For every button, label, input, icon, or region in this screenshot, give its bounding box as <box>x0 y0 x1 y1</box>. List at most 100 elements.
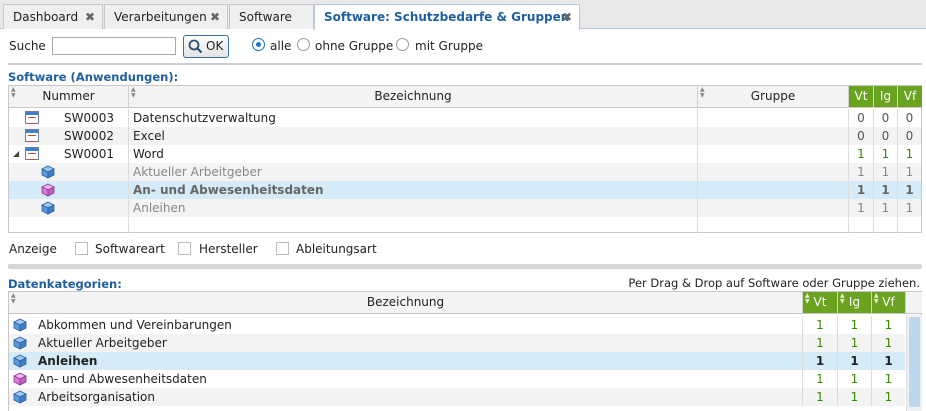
cell-vf: 1 <box>884 390 893 404</box>
table-row[interactable]: An- und Abwesenheitsdaten 1 1 1 <box>9 370 905 388</box>
cell-gruppe <box>698 109 849 127</box>
cell-vt: 0 <box>849 127 874 145</box>
cell-vt <box>849 217 874 233</box>
radio-mit-gruppe[interactable] <box>396 38 409 51</box>
checkbox-hersteller[interactable] <box>178 242 191 255</box>
cell-bezeichnung: Excel <box>129 127 698 145</box>
cell-vf: 1 <box>905 183 914 197</box>
column-header-nummer[interactable]: ▲ ▼ Nummer <box>9 86 129 108</box>
column-header-bezeichnung[interactable]: ▲ ▼ Bezeichnung <box>9 292 803 314</box>
sort-icon: ▲ ▼ <box>11 292 16 305</box>
close-icon[interactable]: ✖ <box>210 5 220 29</box>
table-row[interactable]: ◢ SW0001 Word 1 1 1 <box>9 145 921 163</box>
column-header-vt[interactable]: ▲ ▼ Vt <box>803 292 838 314</box>
table-row[interactable]: Anleihen 1 1 1 <box>9 199 921 217</box>
cell-ig <box>874 217 898 233</box>
table-row[interactable]: SW0003 Datenschutzverwaltung 0 0 0 <box>9 109 921 127</box>
column-header-label: Gruppe <box>750 89 796 103</box>
close-icon[interactable]: ✖ <box>85 5 95 29</box>
cell-bezeichnung: Arbeitsorganisation <box>33 388 803 406</box>
column-header-vf[interactable]: ▲ ▼ Vf <box>872 292 906 314</box>
ok-button[interactable]: OK <box>183 35 229 58</box>
column-header-label: Ig <box>879 89 892 103</box>
splitter-handle[interactable] <box>8 264 922 269</box>
column-header-label: Ig <box>848 295 861 309</box>
tab-dashboard[interactable]: Dashboard ✖ <box>3 4 103 29</box>
column-header-label: Vf <box>903 89 917 103</box>
checkbox-label-hersteller: Hersteller <box>199 242 258 256</box>
cell-vt: 1 <box>849 145 874 163</box>
vertical-scrollbar[interactable] <box>906 315 922 411</box>
tab-schutzbedarfe-gruppen[interactable]: Software: Schutzbedarfe & Gruppen ✖ <box>314 4 580 30</box>
column-header-label: Vf <box>882 295 895 309</box>
table-row[interactable]: Aktueller Arbeitgeber 1 1 1 <box>9 334 905 352</box>
tab-software[interactable]: Software <box>229 4 314 29</box>
column-header-bezeichnung[interactable]: ▲ ▼ Bezeichnung <box>129 86 698 108</box>
expand-arrow-icon[interactable]: ◢ <box>13 145 19 163</box>
cell-nummer: SW0001 <box>49 145 129 163</box>
table-row-selected[interactable]: An- und Abwesenheitsdaten 1 1 1 <box>9 181 921 199</box>
cell-ig: 1 <box>838 370 872 388</box>
radio-ohne-gruppe[interactable] <box>297 38 310 51</box>
radio-label-alle: alle <box>270 39 292 53</box>
table-row[interactable]: Arbeitsorganisation 1 1 1 <box>9 388 905 406</box>
table-row[interactable]: SW0002 Excel 0 0 0 <box>9 127 921 145</box>
cell-vt: 1 <box>803 316 838 334</box>
cell-vf: 0 <box>905 111 914 125</box>
table-row[interactable]: Abkommen und Vereinbarungen 1 1 1 <box>9 316 905 334</box>
cell-ig: 1 <box>874 199 898 217</box>
cell-vf: 0 <box>905 129 914 143</box>
cell-gruppe <box>698 127 849 145</box>
data-category-cube-icon <box>13 318 27 332</box>
cell-nummer: SW0002 <box>49 127 129 145</box>
search-input[interactable] <box>52 37 176 55</box>
sort-icon: ▲ ▼ <box>874 292 879 305</box>
column-header-ig[interactable]: ▲ ▼ Ig <box>838 292 872 314</box>
cell-ig: 1 <box>838 352 872 370</box>
checkbox-softwareart[interactable] <box>75 242 88 255</box>
datenkategorien-grid: ▲ ▼ Bezeichnung ▲ ▼ Vt ▲ ▼ Ig ▲ ▼ Vf Abkommen un… <box>8 291 922 411</box>
cell-vf: 1 <box>905 165 914 179</box>
cell-vf: 1 <box>884 318 893 332</box>
radio-alle[interactable] <box>252 38 265 51</box>
column-header-vt[interactable]: Vt <box>849 86 874 108</box>
column-header-label: Bezeichnung <box>366 295 445 309</box>
cell-vf: 1 <box>884 354 893 368</box>
cell-ig: 1 <box>838 388 872 406</box>
cell-bezeichnung: Anleihen <box>129 199 698 217</box>
application-icon <box>25 129 39 142</box>
cell-bezeichnung: An- und Abwesenheitsdaten <box>129 181 698 199</box>
checkbox-ableitungsart[interactable] <box>276 242 289 255</box>
datenkategorien-section-title: Datenkategorien: <box>8 277 122 291</box>
column-header-ig[interactable]: Ig <box>874 86 898 108</box>
column-header-label: Vt <box>854 89 868 103</box>
cell-nummer <box>49 163 129 181</box>
table-row-empty <box>9 217 921 233</box>
data-category-cube-icon <box>13 354 27 368</box>
sort-icon: ▲ ▼ <box>700 86 705 99</box>
divider <box>8 63 922 65</box>
cell-nummer <box>49 199 129 217</box>
column-header-label: Nummer <box>42 89 95 103</box>
anzeige-label: Anzeige <box>9 242 57 256</box>
tab-verarbeitungen[interactable]: Verarbeitungen ✖ <box>104 4 228 29</box>
cell-gruppe <box>698 199 849 217</box>
cell-vt: 1 <box>803 388 838 406</box>
close-icon[interactable]: ✖ <box>562 5 572 29</box>
cell-gruppe <box>698 145 849 163</box>
cell-vf: 1 <box>884 372 893 386</box>
ok-label: OK <box>206 39 224 53</box>
cell-ig: 1 <box>874 163 898 181</box>
column-header-gruppe[interactable]: ▲ ▼ Gruppe <box>698 86 849 108</box>
sort-icon: ▲ ▼ <box>11 86 16 99</box>
table-row-selected[interactable]: Anleihen 1 1 1 <box>9 352 905 370</box>
cell-gruppe <box>698 181 849 199</box>
column-header-vf[interactable]: Vf <box>898 86 922 108</box>
scrollbar-thumb[interactable] <box>909 317 920 407</box>
data-category-cube-icon <box>13 372 27 386</box>
software-section-title: Software (Anwendungen): <box>8 70 179 84</box>
cell-vt: 1 <box>803 370 838 388</box>
table-row[interactable]: Aktueller Arbeitgeber 1 1 1 <box>9 163 921 181</box>
application-icon <box>25 147 39 160</box>
data-category-cube-icon <box>13 390 27 404</box>
